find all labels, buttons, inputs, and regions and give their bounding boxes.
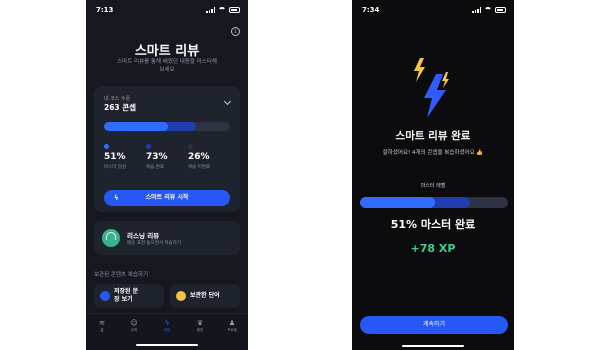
start-button-label: 스마트 리뷰 시작 <box>145 194 189 201</box>
saved-section-label: 보관된 콘텐츠 복습하기 <box>94 272 149 278</box>
star-icon <box>176 291 186 301</box>
signal-icon <box>472 7 481 13</box>
legend-dot <box>188 144 193 149</box>
listening-review-card[interactable]: 리스닝 리뷰 배운 표현 들으면서 복습하기 <box>94 221 240 255</box>
status-time: 7:13 <box>96 6 114 14</box>
completion-subtitle: 잘하셨어요! 4개의 콘셉을 복습하셨어요 👍 <box>382 150 484 156</box>
tab-ranking[interactable]: ♛ 랭킹 <box>190 318 210 333</box>
saved-words-button[interactable]: 보관한 단어 <box>170 284 240 308</box>
mastered-segment <box>360 197 436 208</box>
mastery-progress-bar <box>360 197 508 208</box>
people-icon: ☺ <box>130 319 138 327</box>
lightning-bolts-icon <box>414 58 449 118</box>
page-subtitle: 스마트 리뷰를 통해 배웠던 내용을 마스터해보세요 <box>117 59 217 73</box>
tab-review[interactable]: ϟ 리뷰 <box>157 318 177 333</box>
smart-review-screen: 7:13 i 스마트 리뷰 스마트 리뷰를 통해 배웠던 내용을 마스터해보세요… <box>86 0 248 350</box>
chevron-down-icon[interactable] <box>223 97 232 106</box>
home-indicator <box>402 345 464 347</box>
status-bar: 7:13 <box>86 6 248 16</box>
info-icon[interactable]: i <box>231 27 240 36</box>
legend-dot <box>104 144 109 149</box>
home-indicator <box>136 344 198 346</box>
battery-icon <box>495 7 506 13</box>
status-bar: 7:34 <box>352 6 514 16</box>
battery-icon <box>229 7 240 13</box>
listening-title: 리스닝 리뷰 <box>127 232 160 240</box>
page-title: 스마트 리뷰 <box>134 44 200 59</box>
listening-subtitle: 배운 표현 들으면서 복습하기 <box>127 241 181 246</box>
bolt-icon: ϟ <box>114 194 119 202</box>
completion-title: 스마트 리뷰 완료 <box>395 130 471 142</box>
bookmark-icon <box>100 291 110 301</box>
legend-dot <box>146 144 151 149</box>
course-level-label: 내 코스 수준 <box>104 96 131 102</box>
continue-button[interactable]: 계속하기 <box>360 316 508 334</box>
waveform-icon: ≋ <box>99 319 105 327</box>
wifi-icon <box>484 7 492 13</box>
tab-courses[interactable]: ☺ 강좌 <box>124 318 144 333</box>
bolt-icon: ϟ <box>164 319 170 327</box>
start-smart-review-button[interactable]: ϟ 스마트 리뷰 시작 <box>104 190 230 206</box>
stat-mastered: 51% 마스터 달성 <box>104 144 144 170</box>
mastery-progress-bar <box>104 122 230 131</box>
saved-sentences-label: 저장된 문장 보기 <box>114 288 139 303</box>
progress-card: 내 코스 수준 263 콘셉 51% 마스터 달성 73% 복습 완료 26% … <box>94 86 240 212</box>
tab-home[interactable]: ≋ 홈 <box>92 318 112 333</box>
xp-earned: +78 XP <box>410 242 456 255</box>
profile-icon: ♟ <box>228 319 236 327</box>
mastered-segment <box>104 122 169 131</box>
stat-not-reviewed: 26% 복습 미완료 <box>188 144 228 170</box>
mastery-level-text: 51% 마스터 완료 <box>390 218 476 231</box>
tab-bar: ≋ 홈 ☺ 강좌 ϟ 리뷰 ♛ 랭킹 ♟ 프로필 <box>86 313 248 350</box>
stat-reviewed: 73% 복습 완료 <box>146 144 186 170</box>
saved-sentences-button[interactable]: 저장된 문장 보기 <box>94 284 164 308</box>
status-time: 7:34 <box>362 6 380 14</box>
headphones-icon <box>102 229 120 247</box>
tab-profile[interactable]: ♟ 프로필 <box>222 318 242 333</box>
wifi-icon <box>218 7 226 13</box>
saved-words-label: 보관한 단어 <box>190 292 220 299</box>
mastery-level-label: 마스터 레벨 <box>420 183 446 189</box>
trophy-icon: ♛ <box>196 319 204 327</box>
review-complete-screen: 7:34 스마트 리뷰 완료 잘하셨어요! 4개의 콘셉을 복습하셨어요 👍 마… <box>352 0 514 350</box>
signal-icon <box>206 7 215 13</box>
concept-count: 263 콘셉 <box>104 103 137 112</box>
